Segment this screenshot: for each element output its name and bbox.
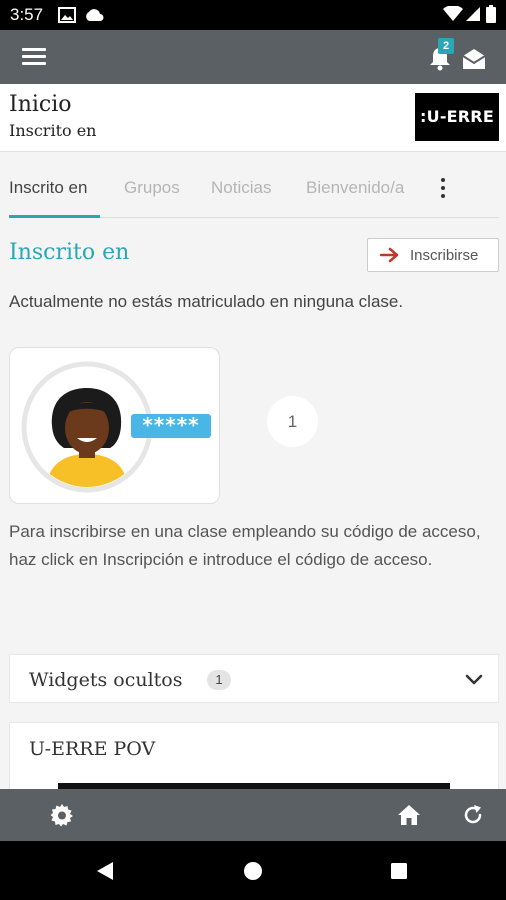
enroll-button-label: Inscribirse: [410, 247, 479, 264]
battery-icon: [486, 5, 496, 23]
brand-logo: :U-ERRE: [415, 93, 499, 141]
hidden-widgets-panel[interactable]: Widgets ocultos 1: [9, 654, 499, 703]
gear-icon[interactable]: [50, 803, 74, 827]
hidden-widgets-count: 1: [207, 670, 231, 690]
hidden-widgets-title: Widgets ocultos: [29, 669, 183, 691]
page-subtitle: Inscrito en: [9, 121, 97, 140]
arrow-right-icon: [380, 247, 399, 263]
gallery-icon: [58, 7, 76, 23]
home-icon[interactable]: [397, 803, 421, 827]
tab-inscrito-en[interactable]: Inscrito en: [9, 178, 87, 198]
refresh-icon[interactable]: [461, 803, 485, 827]
chevron-down-icon[interactable]: [465, 674, 483, 686]
recents-icon[interactable]: [391, 863, 407, 879]
page-title: Inicio: [9, 92, 72, 117]
pov-title: U-ERRE POV: [29, 738, 156, 760]
enroll-button[interactable]: Inscribirse: [367, 238, 499, 272]
password-mask: *****: [142, 413, 199, 437]
empty-message: Actualmente no estás matriculado en ning…: [9, 292, 404, 311]
tab-bar: Inscrito en Grupos Noticias Bienvenido/a: [0, 160, 506, 218]
tab-noticias[interactable]: Noticias: [211, 178, 271, 198]
kebab-icon[interactable]: [438, 178, 448, 198]
status-time: 3:57: [10, 5, 44, 24]
instructions-text: Para inscribirse en una clase empleando …: [9, 522, 481, 569]
system-nav-bar: [0, 841, 506, 900]
home-nav-icon[interactable]: [244, 862, 262, 880]
illustration-card: *****: [9, 347, 220, 504]
app-bar: [0, 30, 506, 84]
tab-grupos[interactable]: Grupos: [124, 178, 180, 198]
user-password-illustration: *****: [21, 361, 211, 493]
active-tab-indicator: [9, 215, 100, 218]
status-bar: 3:57: [0, 0, 506, 30]
step-indicator: 1: [267, 396, 318, 447]
mail-icon[interactable]: [461, 46, 487, 72]
notification-badge: 2: [438, 38, 454, 54]
wifi-icon: [443, 6, 463, 21]
signal-icon: [466, 7, 480, 21]
cloud-icon: [86, 9, 104, 21]
menu-icon[interactable]: [22, 48, 46, 66]
bottom-toolbar: [0, 789, 506, 841]
section-title: Inscrito en: [9, 240, 130, 265]
back-icon[interactable]: [96, 861, 114, 881]
tab-bienvenido[interactable]: Bienvenido/a: [306, 178, 404, 198]
